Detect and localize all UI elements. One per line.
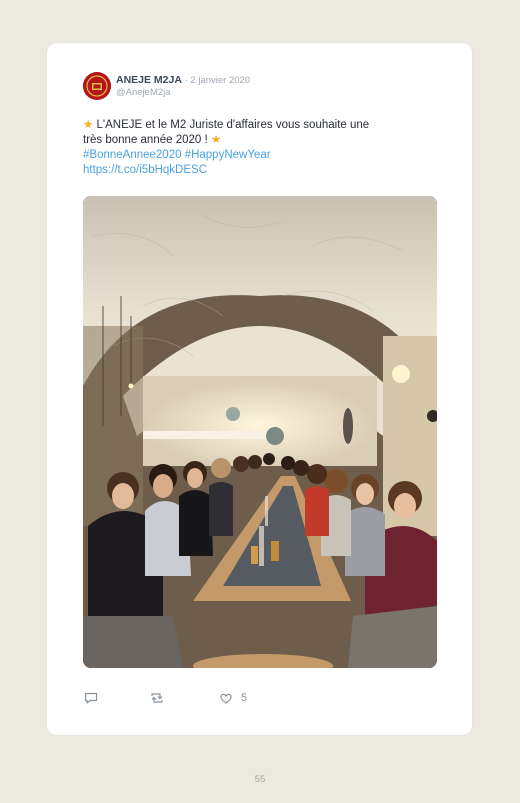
tweet-actions: 5	[83, 690, 383, 708]
page-number: 55	[254, 774, 266, 785]
tweet-url-link[interactable]: https://t.co/i5bHqkDESC	[83, 163, 443, 178]
display-name[interactable]: ANEJE M2JA	[116, 74, 182, 86]
heart-icon	[220, 693, 232, 704]
reply-icon	[84, 692, 98, 704]
like-count: 5	[241, 692, 248, 704]
tweet-line-2: très bonne année 2020 ! ★	[83, 133, 443, 148]
avatar-logo-icon	[83, 72, 111, 100]
user-handle[interactable]: @AnejeM2ja	[116, 87, 171, 98]
author-row: ANEJE M2JA · 2 janvier 2020	[116, 74, 250, 86]
tweet-text-line-2: très bonne année 2020 !	[83, 134, 211, 146]
hashtags-link[interactable]: #BonneAnnee2020 #HappyNewYear	[83, 148, 443, 163]
like-button[interactable]: 5	[218, 690, 247, 706]
group-photo-image	[83, 196, 437, 668]
tweet-date[interactable]: 2 janvier 2020	[190, 75, 250, 86]
tweet-text-line-1: L'ANEJE et le M2 Juriste d'affaires vous…	[93, 119, 370, 131]
reply-button[interactable]	[83, 690, 99, 706]
tweet-line-1: ★ L'ANEJE et le M2 Juriste d'affaires vo…	[83, 118, 443, 133]
tweet-text: ★ L'ANEJE et le M2 Juriste d'affaires vo…	[83, 118, 443, 178]
retweet-icon	[151, 693, 163, 703]
avatar[interactable]	[83, 72, 111, 100]
tweet-photo[interactable]	[83, 196, 437, 668]
retweet-button[interactable]	[149, 690, 165, 706]
star-icon: ★	[83, 119, 94, 131]
star-icon: ★	[210, 134, 222, 146]
tweet-card: ANEJE M2JA · 2 janvier 2020 @AnejeM2ja ★…	[47, 43, 472, 735]
